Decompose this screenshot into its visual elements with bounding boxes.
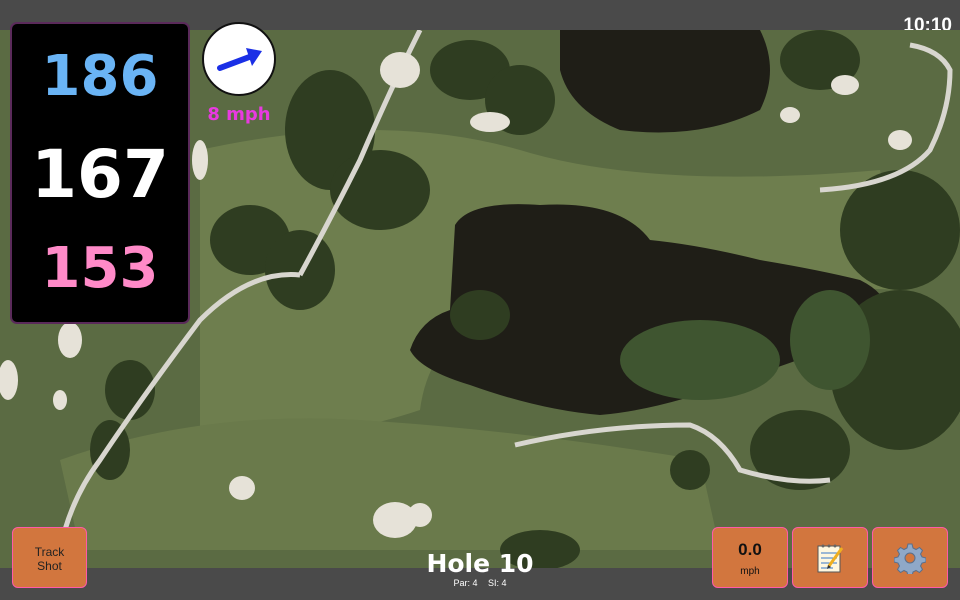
hole-title: Hole 10 (426, 549, 534, 578)
hole-info: Par: 4 SI: 4 (380, 578, 580, 588)
speed-value: 0.0 (738, 540, 762, 559)
hole-par: Par: 4 (453, 578, 478, 588)
track-shot-label-line2: Shot (37, 559, 62, 573)
front-yardage: 153 (41, 236, 159, 301)
notes-button[interactable] (792, 527, 868, 588)
back-yardage: 186 (41, 44, 159, 109)
settings-button[interactable] (872, 527, 948, 588)
wind-indicator[interactable] (202, 22, 276, 96)
track-shot-label-line1: Track (34, 545, 65, 559)
notepad-icon (817, 544, 844, 572)
yardage-panel: 186 167 153 (10, 22, 190, 324)
hole-stroke-index: SI: 4 (488, 578, 507, 588)
speed-unit: mph (740, 566, 760, 577)
track-shot-button[interactable]: Track Shot (12, 527, 87, 588)
wind-arrow-icon (217, 48, 262, 71)
speed-button[interactable]: 0.0 mph (712, 527, 788, 588)
middle-yardage: 167 (31, 136, 169, 213)
gear-icon (894, 543, 926, 574)
wind-speed: 8 mph (207, 104, 271, 125)
